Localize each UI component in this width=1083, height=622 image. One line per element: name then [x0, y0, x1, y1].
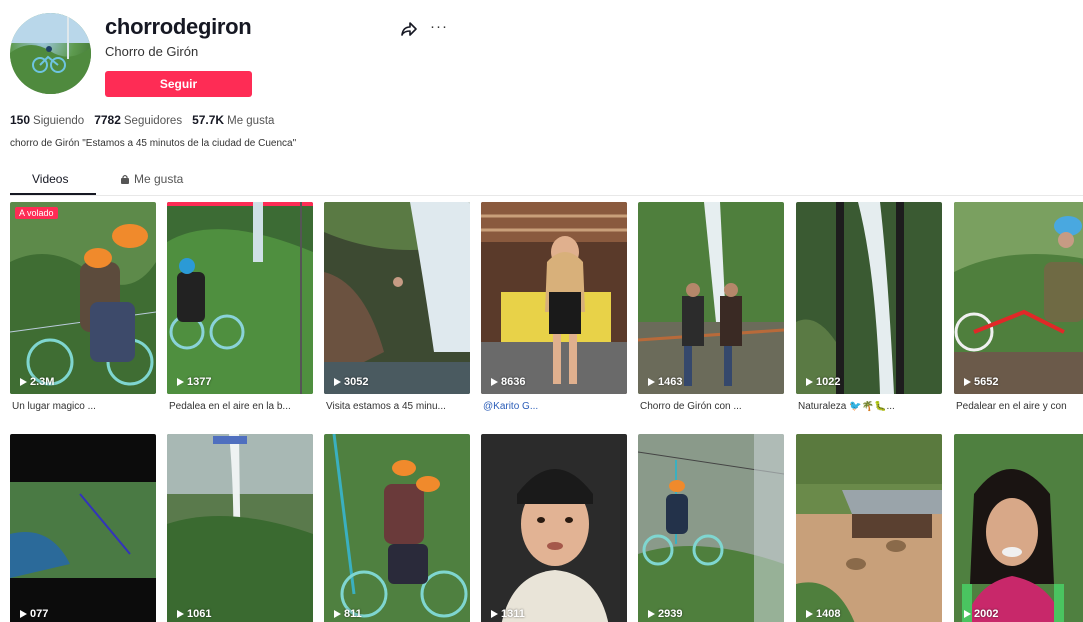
view-count: 5652	[964, 376, 998, 388]
video-thumbnail[interactable]: 1022	[796, 202, 942, 394]
video-badge: A volado	[15, 207, 58, 219]
stat-following[interactable]: 150 Siguiendo	[10, 113, 84, 127]
view-count: 2002	[964, 608, 998, 620]
tab-videos[interactable]: Videos	[32, 172, 68, 186]
video-caption[interactable]: Pedalear en el aire y con	[956, 401, 1083, 412]
video-thumbnail[interactable]: 3052	[324, 202, 470, 394]
profile-tabs: Videos Me gusta	[10, 166, 1083, 196]
video-caption[interactable]: Pedalea en el aire en la b...	[169, 401, 319, 412]
video-thumbnail[interactable]: 2002	[954, 434, 1083, 622]
play-icon	[334, 378, 341, 386]
video-thumbnail[interactable]: A volado 2.3M	[10, 202, 156, 394]
video-thumbnail[interactable]: 5652	[954, 202, 1083, 394]
play-icon	[491, 378, 498, 386]
play-icon	[964, 610, 971, 618]
play-icon	[806, 610, 813, 618]
play-icon	[964, 378, 971, 386]
view-count: 1408	[806, 608, 840, 620]
play-icon	[334, 610, 341, 618]
video-caption[interactable]: Naturaleza 🐦🌴🐛...	[798, 401, 948, 412]
play-icon	[648, 610, 655, 618]
profile-username: chorrodegiron	[105, 14, 252, 39]
video-thumbnail[interactable]: 1311	[481, 434, 627, 622]
follow-button[interactable]: Seguir	[105, 71, 252, 97]
view-count: 1311	[491, 608, 525, 620]
play-icon	[20, 610, 27, 618]
video-caption[interactable]: Visita estamos a 45 minu...	[326, 401, 476, 412]
video-thumbnail[interactable]: 2939	[638, 434, 784, 622]
view-count: 811	[334, 608, 362, 620]
share-icon[interactable]	[400, 20, 418, 38]
video-thumbnail[interactable]: 077	[10, 434, 156, 622]
view-count: 1463	[648, 376, 682, 388]
video-caption[interactable]: Chorro de Girón con ...	[640, 401, 790, 412]
view-count: 8636	[491, 376, 525, 388]
profile-nickname: Chorro de Girón	[105, 44, 199, 59]
play-icon	[177, 610, 184, 618]
view-count: 1022	[806, 376, 840, 388]
profile-stats: 150 Siguiendo 7782 Seguidores 57.7K Me gust…	[10, 113, 284, 127]
tab-liked[interactable]: Me gusta	[120, 172, 183, 186]
profile-avatar[interactable]	[10, 13, 91, 94]
view-count: 3052	[334, 376, 368, 388]
video-thumbnail[interactable]: 1061	[167, 434, 313, 622]
view-count: 1377	[177, 376, 211, 388]
play-icon	[648, 378, 655, 386]
view-count: 1061	[177, 608, 211, 620]
stat-followers[interactable]: 7782 Seguidores	[94, 113, 182, 127]
play-icon	[177, 378, 184, 386]
lock-icon	[121, 174, 129, 184]
view-count: 2.3M	[20, 376, 54, 388]
stat-likes: 57.7K Me gusta	[192, 113, 275, 127]
play-icon	[806, 378, 813, 386]
video-thumbnail[interactable]: 8636	[481, 202, 627, 394]
video-thumbnail[interactable]: 1463	[638, 202, 784, 394]
video-caption[interactable]: Un lugar magico ...	[12, 401, 162, 412]
view-count: 077	[20, 608, 48, 620]
play-icon	[20, 378, 27, 386]
view-count: 2939	[648, 608, 682, 620]
active-tab-indicator	[10, 193, 96, 195]
more-options-icon[interactable]: ···	[430, 18, 448, 35]
video-thumbnail[interactable]: 811	[324, 434, 470, 622]
video-caption[interactable]: @Karito G...	[483, 401, 633, 412]
profile-bio: chorro de Girón "Estamos a 45 minutos de…	[10, 138, 297, 149]
video-thumbnail[interactable]: 1408	[796, 434, 942, 622]
video-thumbnail[interactable]: 1377	[167, 202, 313, 394]
play-icon	[491, 610, 498, 618]
